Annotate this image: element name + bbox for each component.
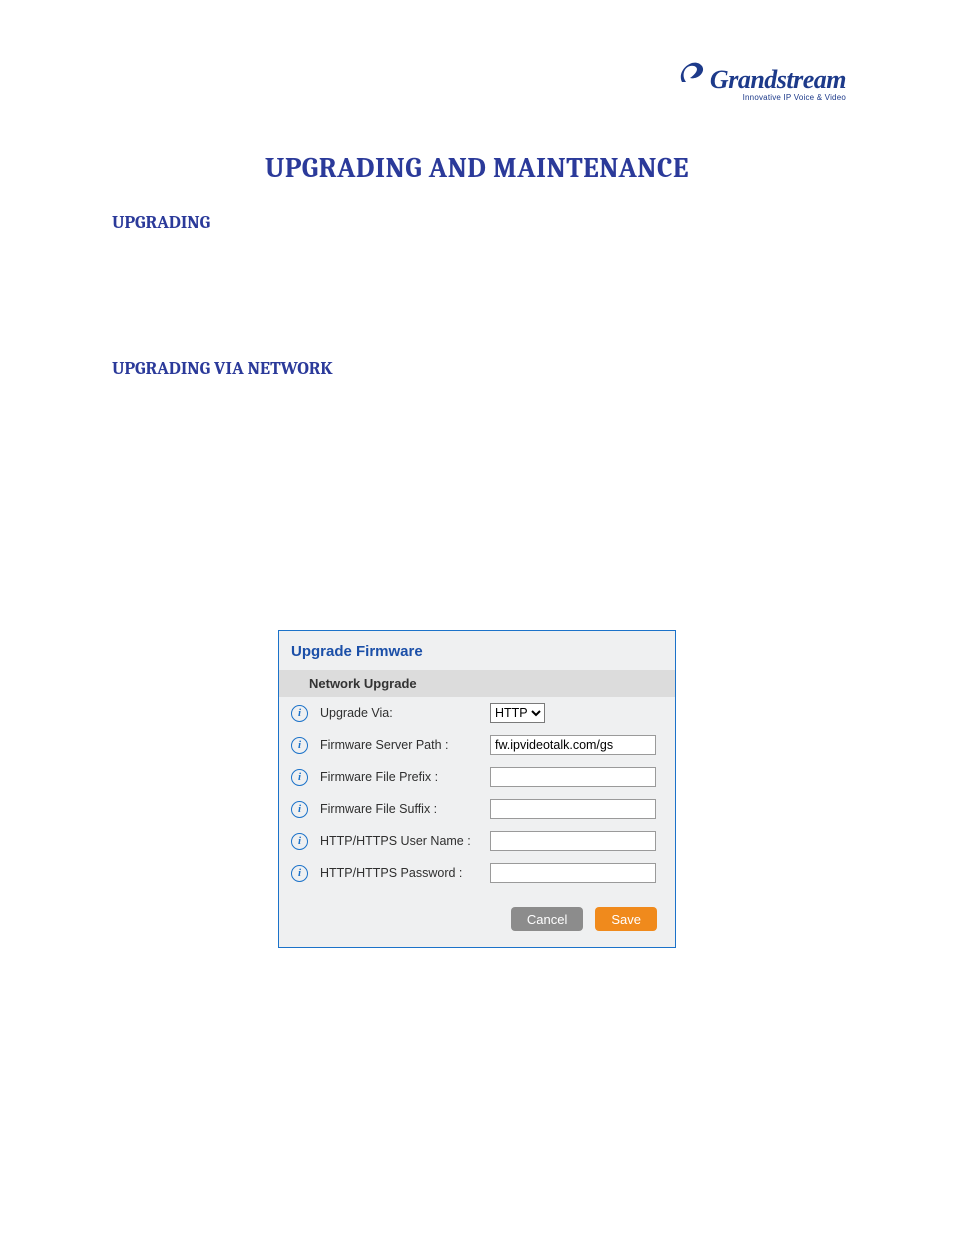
label-file-suffix: Firmware File Suffix :	[320, 802, 490, 816]
brand-logo: Grandstream Innovative IP Voice & Video	[676, 58, 846, 102]
brand-logo-text: Grandstream	[676, 58, 846, 95]
section-heading-upgrading: UPGRADING	[112, 212, 210, 233]
row-server-path: i Firmware Server Path :	[279, 729, 675, 761]
row-http-pass: i HTTP/HTTPS Password :	[279, 857, 675, 889]
upgrade-firmware-panel: Upgrade Firmware Network Upgrade i Upgra…	[278, 630, 676, 948]
section-heading-upgrading-via-network: UPGRADING VIA NETWORK	[112, 358, 333, 379]
firmware-file-prefix-input[interactable]	[490, 767, 656, 787]
cancel-button[interactable]: Cancel	[511, 907, 583, 931]
firmware-server-path-input[interactable]	[490, 735, 656, 755]
label-http-pass: HTTP/HTTPS Password :	[320, 866, 490, 880]
row-http-user: i HTTP/HTTPS User Name :	[279, 825, 675, 857]
panel-title: Upgrade Firmware	[279, 631, 675, 670]
document-page: Grandstream Innovative IP Voice & Video …	[0, 0, 954, 1235]
firmware-file-suffix-input[interactable]	[490, 799, 656, 819]
row-file-suffix: i Firmware File Suffix :	[279, 793, 675, 825]
label-file-prefix: Firmware File Prefix :	[320, 770, 490, 784]
panel-button-bar: Cancel Save	[279, 889, 675, 941]
panel-section-header: Network Upgrade	[279, 670, 675, 697]
info-icon[interactable]: i	[291, 705, 308, 722]
label-server-path: Firmware Server Path :	[320, 738, 490, 752]
http-password-input[interactable]	[490, 863, 656, 883]
info-icon[interactable]: i	[291, 865, 308, 882]
save-button[interactable]: Save	[595, 907, 657, 931]
logo-swoosh-icon	[676, 60, 710, 97]
label-http-user: HTTP/HTTPS User Name :	[320, 834, 490, 848]
info-icon[interactable]: i	[291, 801, 308, 818]
http-username-input[interactable]	[490, 831, 656, 851]
label-upgrade-via: Upgrade Via:	[320, 706, 490, 720]
info-icon[interactable]: i	[291, 769, 308, 786]
upgrade-via-select[interactable]: HTTP	[490, 703, 545, 723]
brand-name: Grandstream	[710, 65, 846, 94]
page-title: UPGRADING AND MAINTENANCE	[0, 152, 954, 184]
info-icon[interactable]: i	[291, 737, 308, 754]
row-file-prefix: i Firmware File Prefix :	[279, 761, 675, 793]
info-icon[interactable]: i	[291, 833, 308, 850]
row-upgrade-via: i Upgrade Via: HTTP	[279, 697, 675, 729]
